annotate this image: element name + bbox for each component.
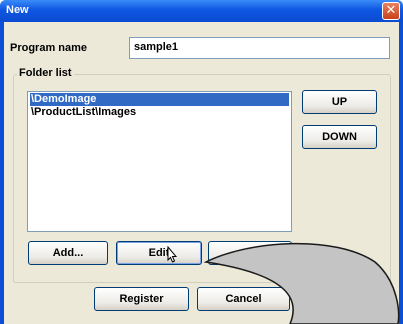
callout-overlay-shape	[203, 242, 400, 324]
mouse-pointer-icon	[167, 246, 178, 263]
new-dialog-window: New ✕ Program name sample1 Folder list \…	[0, 0, 403, 324]
